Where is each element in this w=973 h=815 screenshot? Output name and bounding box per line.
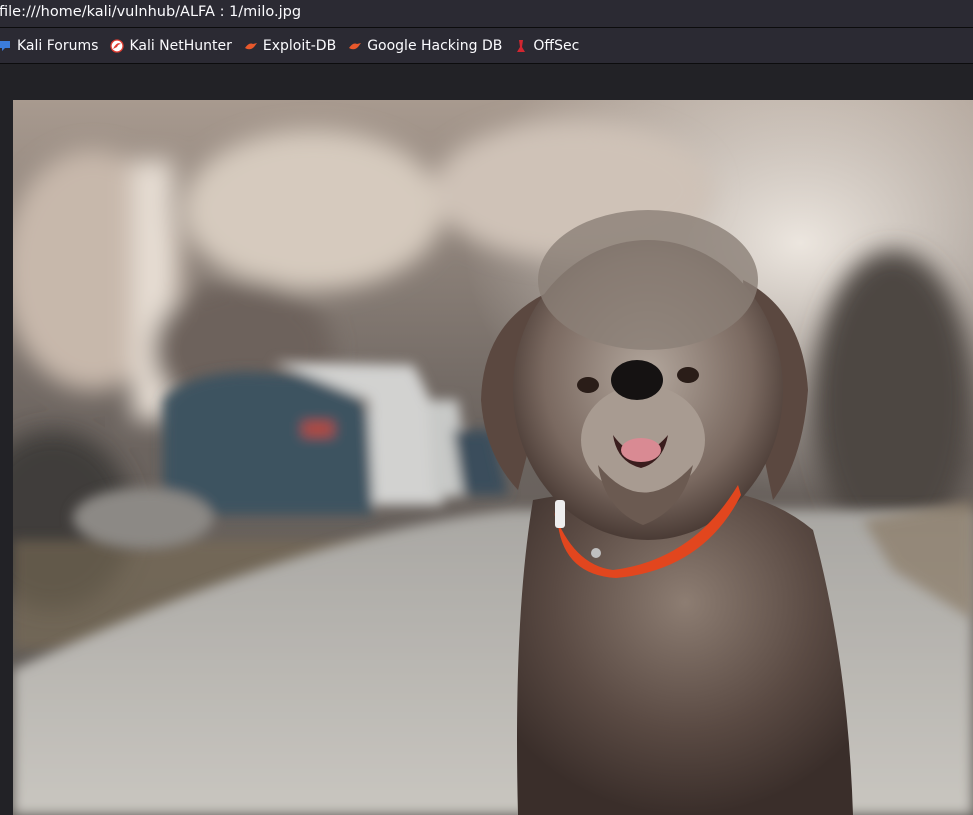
bookmark-offsec[interactable]: OffSec (508, 33, 585, 59)
url-text: file:///home/kali/vulnhub/ALFA : 1/milo.… (0, 4, 302, 20)
bookmark-label: Kali NetHunter (129, 37, 232, 54)
bookmark-kali-nethunter[interactable]: Kali NetHunter (104, 33, 237, 59)
kali-forums-icon (0, 39, 12, 53)
offsec-icon (514, 39, 528, 53)
bookmark-exploit-db[interactable]: Exploit-DB (238, 33, 342, 59)
bookmark-label: OffSec (533, 37, 580, 54)
exploit-db-icon (244, 39, 258, 53)
url-bar[interactable]: file:///home/kali/vulnhub/ALFA : 1/milo.… (0, 0, 973, 28)
google-hacking-db-icon (348, 39, 362, 53)
bookmarks-toolbar: Kali Forums Kali NetHunter Exploit-DB Go… (0, 28, 973, 64)
image-viewer (0, 64, 973, 815)
kali-nethunter-icon (110, 38, 125, 53)
bookmark-label: Google Hacking DB (367, 37, 503, 54)
dog-photo[interactable] (13, 100, 973, 815)
bookmark-kali-forums[interactable]: Kali Forums (0, 33, 104, 59)
bookmark-label: Kali Forums (17, 37, 99, 54)
bookmark-google-hacking-db[interactable]: Google Hacking DB (342, 33, 508, 59)
bookmark-label: Exploit-DB (262, 37, 337, 54)
